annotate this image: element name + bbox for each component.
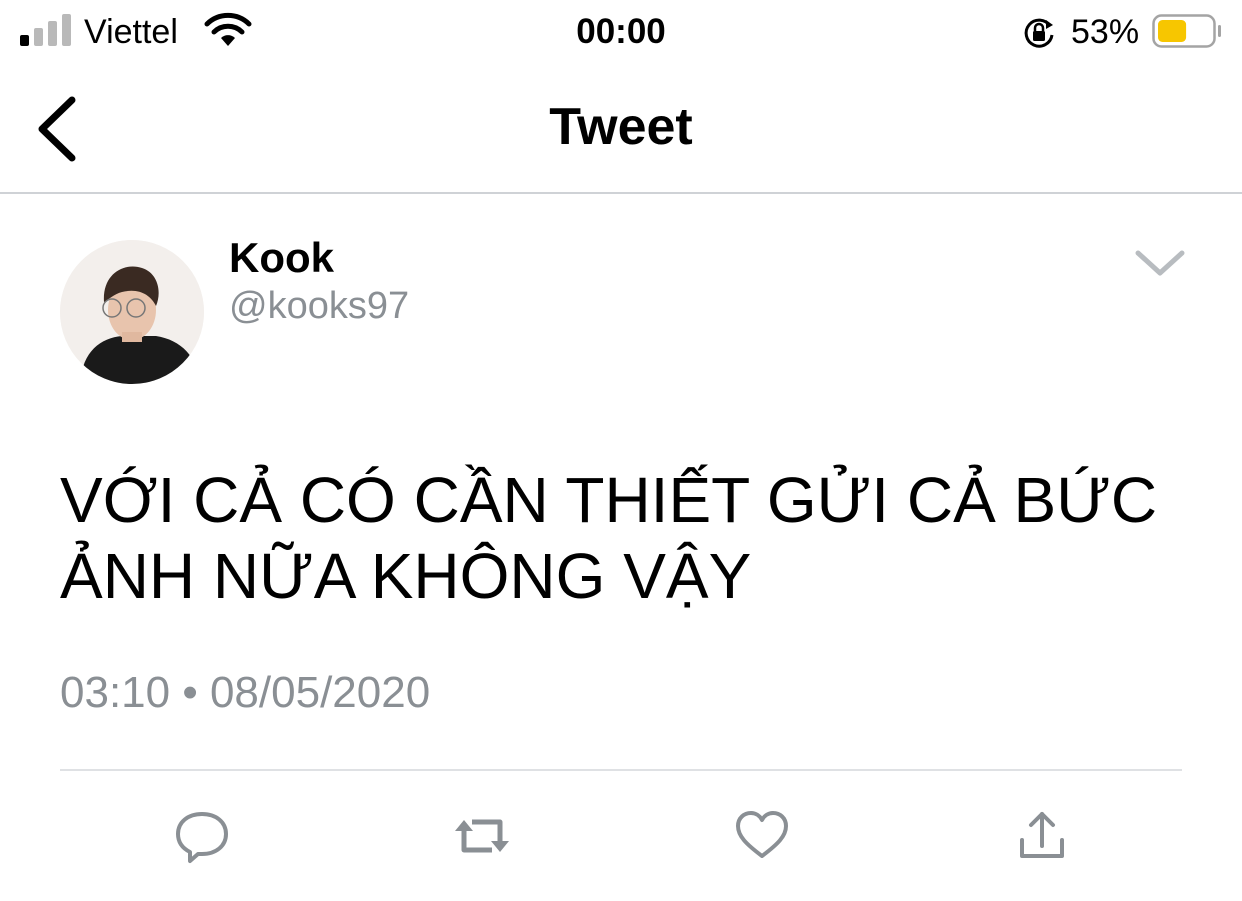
heart-icon <box>736 811 788 858</box>
author-handle[interactable]: @kooks97 <box>229 282 409 330</box>
reply-icon <box>176 812 228 863</box>
tweet-text: VỚI CẢ CÓ CẦN THIẾT GỬI CẢ BỨC ẢNH NỮA K… <box>60 464 1158 612</box>
share-icon <box>1020 812 1064 858</box>
divider <box>60 769 1182 771</box>
battery-icon <box>1152 14 1221 48</box>
tweet-timestamp: 03:10 • 08/05/2020 <box>60 668 431 717</box>
navigation-bar: Tweet <box>0 64 1242 194</box>
like-button[interactable] <box>732 806 792 866</box>
rotation-lock-icon <box>1024 18 1054 48</box>
reply-button[interactable] <box>172 806 232 866</box>
author-name[interactable]: Kook <box>229 232 334 284</box>
avatar[interactable] <box>60 240 204 384</box>
retweet-icon <box>455 819 509 853</box>
chevron-down-icon[interactable] <box>1134 245 1186 281</box>
retweet-button[interactable] <box>452 806 512 866</box>
status-bar: Viettel 00:00 53% <box>0 0 1242 64</box>
page-title: Tweet <box>549 98 693 156</box>
battery-percent: 53% <box>1071 13 1140 51</box>
avatar-image <box>60 240 204 384</box>
share-button[interactable] <box>1012 806 1072 866</box>
